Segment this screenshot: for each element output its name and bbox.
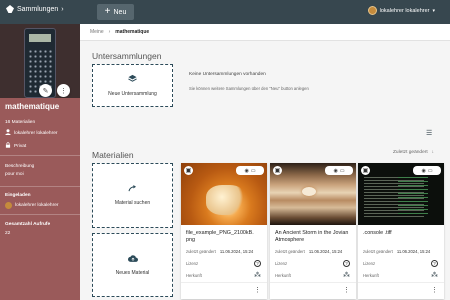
license-label: Lizenz [363, 261, 376, 266]
editors-label: Eingeladen [5, 193, 31, 198]
scope-row: Privat [5, 142, 26, 150]
collection-title: mathematique [5, 102, 60, 111]
breadcrumb-home[interactable]: Meine [90, 29, 104, 35]
card-status-badge: ◉ ▭ [236, 166, 264, 175]
image-type-icon: ▣ [361, 166, 370, 175]
more-vert-icon[interactable]: ⋮ [57, 84, 70, 97]
card-status-badge: ◉ ▭ [413, 166, 441, 175]
collections-label: Sammlungen [17, 5, 59, 13]
avatar [367, 6, 377, 15]
material-card[interactable]: ▣ ◉ ▭ .console .tiff zuletzt geändert 11.… [358, 163, 444, 299]
subcollections-heading: Untersammlungen [92, 51, 162, 61]
editor-name: lokalehrer lokalehrer [15, 203, 59, 208]
collections-menu[interactable]: Sammlungen › [6, 5, 64, 13]
modified-date: 11.06.2024, 15:24 [219, 249, 254, 254]
subcollections-empty-title: Keine Untersammlungen vorhanden [189, 72, 266, 77]
more-vert-icon[interactable]: ⋮ [343, 286, 350, 294]
card-status-badge: ◉ ▭ [325, 166, 353, 175]
toggle-icon: ▭ [250, 167, 256, 174]
view-icon: ◉ [421, 167, 426, 174]
subcollections-empty-hint: Sie können weitere Sammlungen über den "… [189, 86, 309, 91]
edit-icon[interactable]: ✎ [39, 84, 52, 97]
arrow-down-icon: ↓ [431, 150, 435, 155]
modified-date: 11.06.2024, 15:24 [396, 249, 431, 254]
new-material-button[interactable]: Neues Material [92, 233, 173, 297]
sort-control[interactable]: Zuletzt geändert ↓ [393, 150, 434, 155]
description-value: pour moi [5, 172, 24, 177]
source-icon: ⁂ [343, 272, 350, 279]
material-modified: zuletzt geändert 11.06.2024, 15:24 [363, 249, 430, 254]
views-value: 22 [5, 231, 11, 236]
collection-cover-image: ✎ ⋮ [0, 24, 80, 98]
plus-icon: + [104, 6, 111, 17]
lock-icon [5, 142, 11, 150]
source-label: Herkunft [186, 273, 202, 278]
list-view-icon[interactable]: ☰ [426, 129, 432, 137]
more-vert-icon[interactable]: ⋮ [431, 286, 438, 294]
material-card[interactable]: ▣ ◉ ▭ An Ancient Storm in the Jovian Atmo… [270, 163, 356, 299]
collections-icon [6, 5, 14, 13]
material-modified: zuletzt geändert 11.06.2024, 15:24 [186, 249, 253, 254]
new-subcollection-label: Neue Untersammlung [108, 91, 157, 97]
chevron-down-icon: ▾ [432, 7, 435, 14]
source-icon: ⁂ [254, 272, 261, 279]
chevron-right-icon: › [61, 5, 64, 13]
new-material-label: Neues Material [115, 269, 150, 276]
owner-row: lokalehrer lokalehrer [5, 129, 57, 137]
modified-label: zuletzt geändert [275, 249, 305, 254]
top-bar: Sammlungen › + Neu lokalehrer lokalehrer… [0, 0, 450, 24]
toggle-icon: ▭ [427, 167, 433, 174]
new-subcollection-button[interactable]: Neue Untersammlung [92, 64, 173, 107]
material-title[interactable]: An Ancient Storm in the Jovian Atmospher… [275, 230, 353, 244]
image-type-icon: ▣ [273, 166, 282, 175]
search-material-button[interactable]: Material suchen [92, 163, 173, 228]
view-icon: ◉ [333, 167, 338, 174]
material-count: 16 Materialien [5, 120, 36, 125]
source-label: Herkunft [275, 273, 291, 278]
search-material-label: Material suchen [114, 200, 151, 206]
chevron-right-icon: › [108, 29, 111, 35]
cloud-upload-icon [127, 254, 138, 264]
material-card[interactable]: ▣ ◉ ▭ file_example_PNG_2100kB. png zuletz… [181, 163, 267, 299]
avatar [5, 202, 12, 209]
user-name: lokalehrer lokalehrer [379, 7, 430, 14]
modified-label: zuletzt geändert [363, 249, 393, 254]
modified-date: 11.06.2024, 15:24 [308, 249, 343, 254]
materials-heading: Materialien [92, 150, 134, 160]
editor-row: lokalehrer lokalehrer [5, 202, 58, 209]
scope-label: Privat [14, 143, 27, 149]
redo-arrow-icon [128, 185, 137, 194]
source-icon: ⁂ [431, 272, 438, 279]
new-button[interactable]: + Neu [97, 4, 134, 20]
views-label: Gesamtzahl Aufrufe [5, 222, 51, 227]
new-button-label: Neu [113, 8, 127, 16]
toggle-icon: ▭ [339, 167, 345, 174]
owner-name: lokalehrer lokalehrer [14, 130, 58, 136]
material-title[interactable]: .console .tiff [363, 230, 441, 237]
user-menu[interactable]: lokalehrer lokalehrer ▾ [367, 6, 435, 15]
view-icon: ◉ [244, 167, 249, 174]
modified-label: zuletzt geändert [186, 249, 216, 254]
more-vert-icon[interactable]: ⋮ [254, 286, 261, 294]
layers-icon [128, 74, 137, 85]
material-modified: zuletzt geändert 11.06.2024, 15:24 [275, 249, 342, 254]
person-icon [5, 129, 11, 137]
sort-label: Zuletzt geändert [393, 150, 428, 155]
license-label: Lizenz [186, 261, 199, 266]
image-type-icon: ▣ [184, 166, 193, 175]
source-label: Herkunft [363, 273, 379, 278]
description-label: Beschreibung [5, 164, 35, 169]
collection-sidebar: ✎ ⋮ mathematique 16 Materialien lokalehr… [0, 24, 80, 300]
material-title[interactable]: file_example_PNG_2100kB. png [186, 230, 264, 244]
help-icon[interactable]: ? [254, 260, 261, 267]
breadcrumb: Meine › mathematique [80, 24, 450, 41]
license-label: Lizenz [275, 261, 288, 266]
breadcrumb-current: mathematique [115, 29, 150, 35]
help-icon[interactable]: ? [343, 260, 350, 267]
help-icon[interactable]: ? [431, 260, 438, 267]
